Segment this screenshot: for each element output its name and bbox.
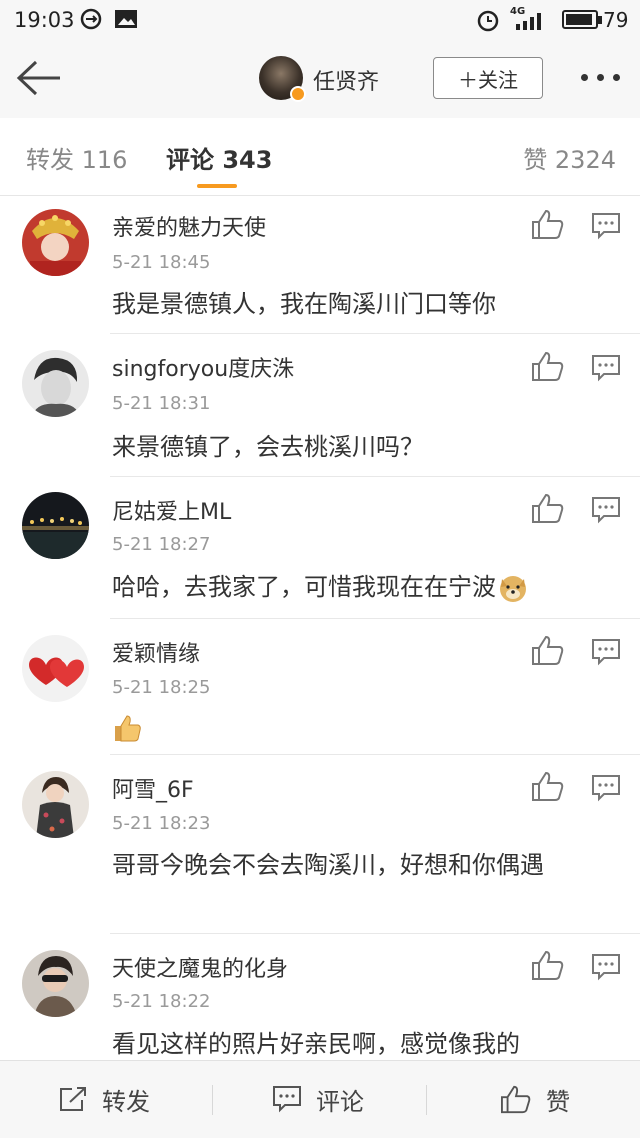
- active-tab-indicator: [197, 184, 237, 188]
- comment-text: 来景德镇了，会去桃溪川吗？: [112, 433, 424, 461]
- comment-username[interactable]: 爱颖情缘: [112, 636, 200, 668]
- thumbs-up-icon[interactable]: [531, 492, 565, 524]
- comment-text: 我是景德镇人，我在陶溪川门口等你: [112, 290, 496, 318]
- divider: [426, 1085, 427, 1115]
- comment-item: 阿雪_6F 5-21 18:23 哥哥今晚会不会去陶溪川，好想和你偶遇: [0, 755, 640, 934]
- avatar[interactable]: [22, 771, 89, 838]
- repost-icon: [60, 1087, 86, 1111]
- avatar[interactable]: [22, 492, 89, 559]
- nav-bar: 任贤齐 ＋关注: [0, 40, 640, 118]
- comment-reply-icon[interactable]: [591, 354, 621, 382]
- comment-time: 5-21 18:25: [112, 677, 211, 698]
- like-label: 赞: [546, 1087, 570, 1116]
- thumbs-up-icon[interactable]: [531, 770, 565, 802]
- comment-item: 亲爱的魅力天使 5-21 18:45 我是景德镇人，我在陶溪川门口等你: [0, 196, 640, 334]
- thumbs-up-icon[interactable]: [531, 634, 565, 666]
- alarm-icon: [477, 10, 499, 32]
- status-time: 19:03: [14, 8, 75, 32]
- comment-item: 爱颖情缘 5-21 18:25: [0, 619, 640, 755]
- battery-level: 79: [603, 8, 629, 32]
- comment-time: 5-21 18:45: [112, 252, 211, 273]
- comment-item: 天使之魔鬼的化身 5-21 18:22 看见这样的照片好亲民啊，感觉像我的: [0, 934, 640, 1060]
- follow-button[interactable]: ＋关注: [433, 57, 543, 99]
- comment-item: 尼姑爱上ML 5-21 18:27 哈哈，去我家了，可惜我现在在宁波: [0, 477, 640, 619]
- comment-time: 5-21 18:31: [112, 393, 211, 414]
- tab-likes[interactable]: 赞 2324: [523, 140, 616, 175]
- thumbs-up-emoji-icon: [115, 715, 141, 742]
- comment-label: 评论: [316, 1087, 364, 1116]
- thumbs-up-icon[interactable]: [531, 350, 565, 382]
- status-bar: 19:03 4G 79: [0, 0, 640, 40]
- comment-username[interactable]: singforyou度庆洙: [112, 351, 294, 383]
- like-icon: [501, 1085, 531, 1114]
- thumbs-up-icon[interactable]: [531, 208, 565, 240]
- verified-badge-icon: [290, 86, 306, 102]
- comment-username[interactable]: 亲爱的魅力天使: [112, 210, 266, 242]
- comment-time: 5-21 18:22: [112, 991, 211, 1012]
- comment-reply-icon[interactable]: [591, 496, 621, 524]
- repost-button[interactable]: 转发: [58, 1079, 150, 1119]
- comment-username[interactable]: 阿雪_6F: [112, 772, 194, 804]
- comment-username[interactable]: 尼姑爱上ML: [112, 494, 231, 526]
- divider: [212, 1085, 213, 1115]
- like-button[interactable]: 赞: [500, 1079, 570, 1119]
- comment-text: 哥哥今晚会不会去陶溪川，好想和你偶遇: [112, 851, 544, 879]
- page-title: 任贤齐: [313, 70, 380, 95]
- signal-icon: [516, 13, 541, 30]
- comment-text: [112, 709, 612, 745]
- comment-text-content: 哈哈，去我家了，可惜我现在在宁波: [112, 573, 496, 601]
- avatar[interactable]: [22, 350, 89, 417]
- avatar[interactable]: [22, 635, 89, 702]
- comment-text: 哈哈，去我家了，可惜我现在在宁波: [112, 569, 612, 605]
- thumbs-up-icon[interactable]: [531, 949, 565, 981]
- doge-emoji-icon: [500, 576, 526, 602]
- back-arrow-icon[interactable]: [14, 58, 64, 98]
- tab-reposts[interactable]: 转发 116: [26, 140, 127, 175]
- comment-username[interactable]: 天使之魔鬼的化身: [112, 951, 288, 983]
- comment-time: 5-21 18:23: [112, 813, 211, 834]
- comment-text: 看见这样的照片好亲民啊，感觉像我的: [112, 1030, 520, 1058]
- tab-bar: 转发 116 评论 343 赞 2324: [0, 118, 640, 196]
- image-notification-icon: [115, 10, 137, 28]
- data-sync-icon: [80, 8, 102, 30]
- avatar[interactable]: [22, 950, 89, 1017]
- comment-reply-icon[interactable]: [591, 774, 621, 802]
- profile-avatar[interactable]: [259, 56, 306, 102]
- repost-label: 转发: [102, 1087, 150, 1116]
- tab-comments[interactable]: 评论 343: [166, 140, 272, 175]
- comment-reply-icon[interactable]: [591, 638, 621, 666]
- comment-item: singforyou度庆洙 5-21 18:31 来景德镇了，会去桃溪川吗？: [0, 334, 640, 477]
- bottom-action-bar: 转发 评论 赞: [0, 1060, 640, 1138]
- more-options-icon[interactable]: [578, 72, 622, 84]
- battery-icon: [562, 10, 602, 29]
- comment-time: 5-21 18:27: [112, 534, 211, 555]
- comment-button[interactable]: 评论: [272, 1079, 364, 1119]
- comment-reply-icon[interactable]: [591, 953, 621, 981]
- avatar[interactable]: [22, 209, 89, 276]
- comment-reply-icon[interactable]: [591, 212, 621, 240]
- comment-icon: [273, 1086, 301, 1113]
